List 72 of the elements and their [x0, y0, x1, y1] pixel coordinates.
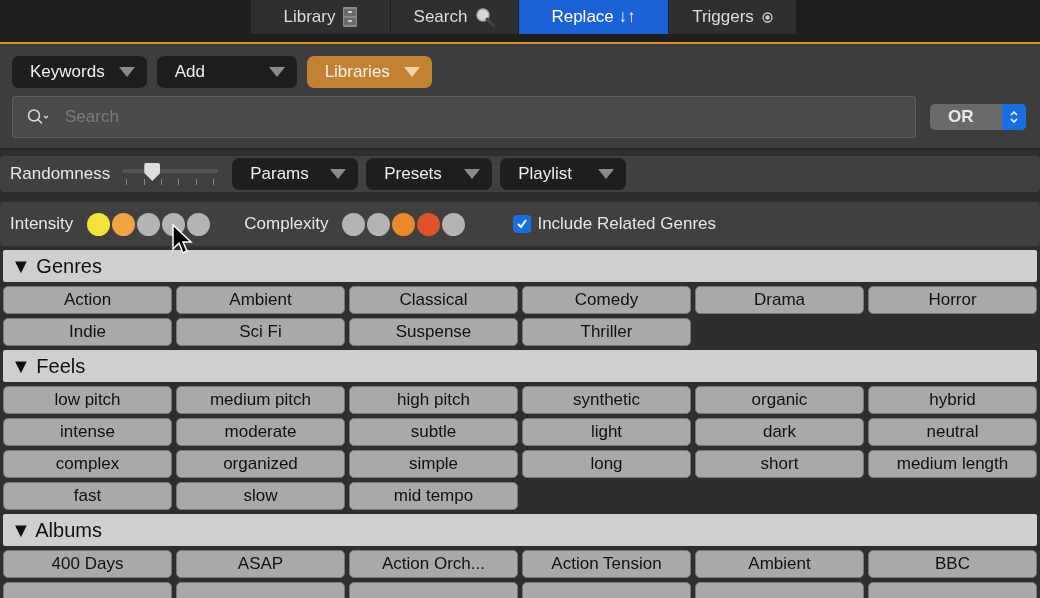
tag-button[interactable]: Drama: [695, 286, 864, 314]
tag-button[interactable]: Action Orch...: [349, 550, 518, 578]
section-header[interactable]: ▼ Feels: [3, 350, 1037, 382]
tag-button[interactable]: 400 Days: [3, 550, 172, 578]
section-header[interactable]: ▼ Albums: [3, 514, 1037, 546]
radio-icon: [761, 11, 773, 23]
intensity-dot[interactable]: [137, 212, 161, 236]
tag-button[interactable]: high pitch: [349, 386, 518, 414]
dropdown-button[interactable]: Params: [232, 158, 359, 190]
tag-button[interactable]: mid tempo: [349, 482, 518, 510]
checkbox-label: Include Related Genres: [537, 214, 716, 234]
tag-button[interactable]: Sci Fi: [176, 318, 345, 346]
tag-button[interactable]: Ambient: [695, 550, 864, 578]
tag-button[interactable]: medium pitch: [176, 386, 345, 414]
complexity-dot[interactable]: [342, 212, 366, 236]
tag-button[interactable]: moderate: [176, 418, 345, 446]
tag-button[interactable]: synthetic: [522, 386, 691, 414]
tab[interactable]: Replace ↓↑: [519, 0, 669, 34]
operator-select[interactable]: OR: [930, 104, 1026, 130]
dropdown-button[interactable]: Add: [156, 56, 297, 88]
tag-button[interactable]: light: [522, 418, 691, 446]
randomness-label: Randomness: [10, 164, 111, 184]
tag-button[interactable]: Classical: [349, 286, 518, 314]
cursor-icon: [172, 224, 194, 256]
dropdown-button[interactable]: Playlist: [500, 158, 627, 190]
tag-button[interactable]: organized: [176, 450, 345, 478]
intensity-dot[interactable]: [112, 212, 136, 236]
tab[interactable]: Search: [391, 0, 519, 34]
tag-button[interactable]: Horror: [868, 286, 1037, 314]
tag-button[interactable]: ASAP: [176, 550, 345, 578]
tag-button[interactable]: complex: [3, 450, 172, 478]
tag-button[interactable]: organic: [695, 386, 864, 414]
tag-button[interactable]: long: [522, 450, 691, 478]
intensity-label: Intensity: [10, 214, 74, 234]
tag-button[interactable]: Comedy: [522, 286, 691, 314]
tag-button[interactable]: short: [695, 450, 864, 478]
checkbox[interactable]: [513, 215, 532, 233]
tag-button[interactable]: neutral: [868, 418, 1037, 446]
intensity-dot[interactable]: [187, 212, 211, 236]
intensity-dot[interactable]: [87, 212, 111, 236]
tag-button[interactable]: Ambient: [176, 286, 345, 314]
tag-button[interactable]: Indie: [3, 318, 172, 346]
search-icon: [475, 7, 496, 27]
tag-button[interactable]: Suspense: [349, 318, 518, 346]
dropdown-button[interactable]: Presets: [366, 158, 493, 190]
section-header[interactable]: ▼ Genres: [3, 250, 1037, 282]
complexity-dot[interactable]: [417, 212, 441, 236]
check-icon: [515, 217, 530, 231]
tag-button[interactable]: Thriller: [522, 318, 691, 346]
tag-button[interactable]: dark: [695, 418, 864, 446]
stepper-icon: [1002, 104, 1026, 130]
randomness-slider[interactable]: [122, 161, 219, 187]
tag-button[interactable]: simple: [349, 450, 518, 478]
complexity-dot[interactable]: [442, 212, 466, 236]
tag-button[interactable]: low pitch: [3, 386, 172, 414]
tag-button[interactable]: BBC: [868, 550, 1037, 578]
tab[interactable]: Triggers: [669, 0, 797, 34]
tag-button[interactable]: fast: [3, 482, 172, 510]
complexity-dot[interactable]: [392, 212, 416, 236]
dropdown-button[interactable]: Keywords: [12, 56, 147, 88]
tag-button[interactable]: medium length: [868, 450, 1037, 478]
complexity-label: Complexity: [244, 214, 329, 234]
tag-button[interactable]: slow: [176, 482, 345, 510]
tag-button[interactable]: intense: [3, 418, 172, 446]
complexity-dot[interactable]: [367, 212, 391, 236]
slider-thumb[interactable]: [144, 163, 161, 181]
cabinet-icon: [343, 7, 358, 27]
tag-button[interactable]: Action Tension: [522, 550, 691, 578]
tag-button[interactable]: subtle: [349, 418, 518, 446]
tab[interactable]: Library: [251, 0, 391, 34]
tag-button[interactable]: hybrid: [868, 386, 1037, 414]
tag-button[interactable]: Action: [3, 286, 172, 314]
